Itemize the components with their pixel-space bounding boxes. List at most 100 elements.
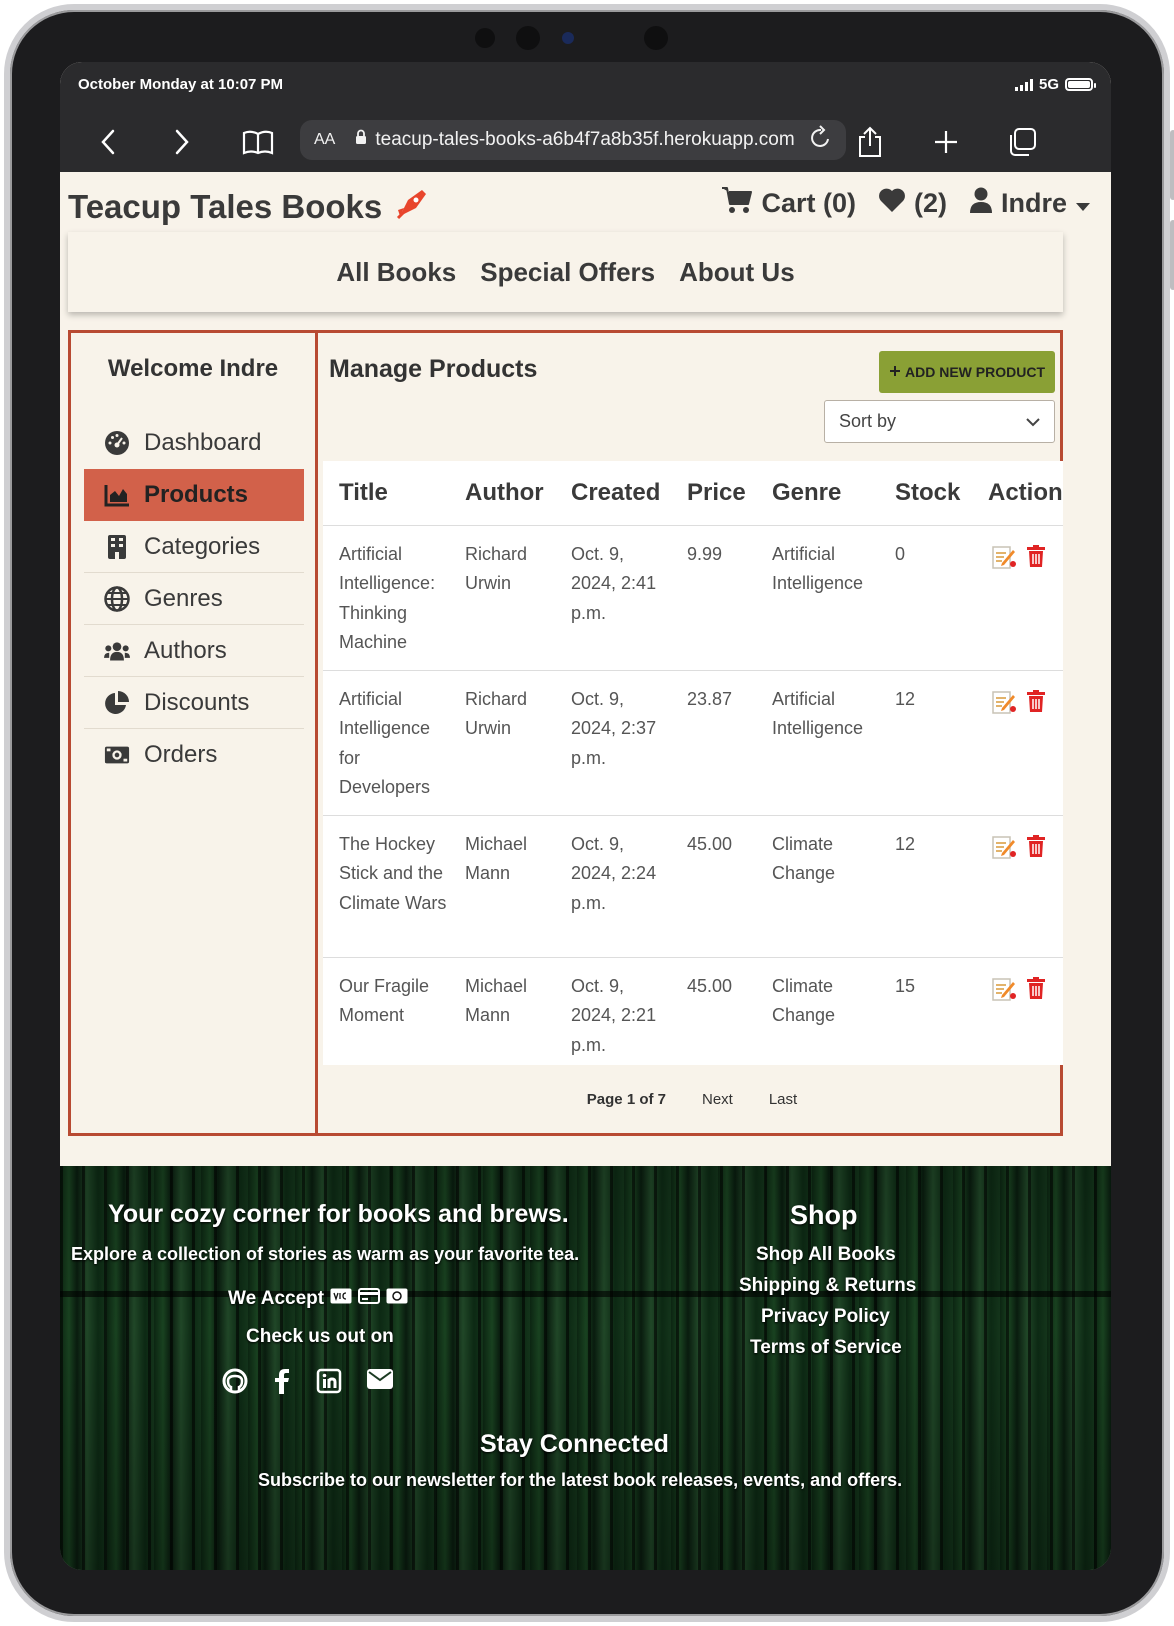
sidebar-item-categories[interactable]: Categories <box>84 521 304 573</box>
cash-icon <box>386 1288 408 1310</box>
nav-about-us[interactable]: About Us <box>679 257 795 288</box>
chevron-down-icon <box>1026 411 1040 432</box>
footer-link-privacy-policy[interactable]: Privacy Policy <box>761 1306 890 1328</box>
sidebar-item-orders[interactable]: Orders <box>84 729 304 781</box>
footer-link-shop-all-books[interactable]: Shop All Books <box>756 1244 896 1266</box>
sensor <box>516 26 540 50</box>
column-header-actions: Actions <box>972 461 1063 526</box>
wishlist-count: (2) <box>913 188 947 218</box>
cell-author: Richard Urwin <box>449 525 555 671</box>
site-footer: Your cozy corner for books and brews. Ex… <box>60 1166 1111 1570</box>
sidebar-item-authors[interactable]: Authors <box>84 625 304 677</box>
column-header-price[interactable]: Price <box>671 461 756 526</box>
cell-stock: 12 <box>879 815 972 958</box>
cell-actions <box>972 815 1063 958</box>
column-header-author[interactable]: Author <box>449 461 555 526</box>
table-row: Our Fragile Moment Michael Mann Oct. 9, … <box>323 957 1063 1065</box>
text-size-button[interactable]: AA <box>314 131 335 149</box>
add-product-label: ADD NEW PRODUCT <box>905 364 1045 380</box>
last-page-link[interactable]: Last <box>769 1091 797 1108</box>
edit-icon[interactable] <box>992 976 1016 1012</box>
cell-price: 23.87 <box>671 670 756 816</box>
linkedin-icon[interactable] <box>316 1368 342 1399</box>
cell-stock: 0 <box>879 525 972 671</box>
delete-icon[interactable] <box>1026 689 1046 725</box>
sensor <box>475 28 495 48</box>
edit-icon[interactable] <box>992 544 1016 580</box>
column-header-stock[interactable]: Stock <box>879 461 972 526</box>
sensor <box>644 26 668 50</box>
bookmarks-icon[interactable] <box>238 122 278 162</box>
user-icon <box>969 186 993 221</box>
footer-link-terms-of-service[interactable]: Terms of Service <box>750 1337 902 1359</box>
check-us-out-label: Check us out on <box>246 1326 394 1347</box>
footer-tagline: Your cozy corner for books and brews. <box>108 1200 569 1228</box>
lock-icon <box>355 129 367 151</box>
email-icon[interactable] <box>366 1368 394 1399</box>
cart-icon <box>721 186 753 221</box>
status-bar: October Monday at 10:07 PM 5G <box>60 62 1111 110</box>
address-bar[interactable]: AA teacup-tales-books-a6b4f7a8b35f.herok… <box>300 120 846 160</box>
cell-actions <box>972 525 1063 671</box>
github-icon[interactable] <box>222 1368 248 1399</box>
brand[interactable]: Teacup Tales Books <box>68 186 430 228</box>
cart-label: Cart (0) <box>761 188 856 218</box>
nav-all-books[interactable]: All Books <box>336 257 456 288</box>
sort-select[interactable]: Sort by <box>824 400 1055 443</box>
payment-methods: We Accept <box>228 1288 408 1310</box>
caret-down-icon <box>1075 188 1091 219</box>
back-icon[interactable] <box>88 122 128 162</box>
cell-actions <box>972 957 1063 1065</box>
next-page-link[interactable]: Next <box>702 1091 733 1108</box>
column-header-created[interactable]: Created <box>555 461 671 526</box>
footer-link-shipping-returns[interactable]: Shipping & Returns <box>739 1275 916 1297</box>
status-indicators: 5G <box>1014 76 1096 93</box>
delete-icon[interactable] <box>1026 976 1046 1012</box>
cell-price: 9.99 <box>671 525 756 671</box>
bookmark-ribbon-icon <box>394 186 430 228</box>
delete-icon[interactable] <box>1026 834 1046 870</box>
reload-icon[interactable] <box>810 125 832 155</box>
cell-price: 45.00 <box>671 815 756 958</box>
cell-actions <box>972 670 1063 816</box>
footer-subtagline: Explore a collection of stories as warm … <box>71 1244 580 1264</box>
column-header-genre[interactable]: Genre <box>756 461 879 526</box>
cell-genre: Climate Change <box>756 815 879 958</box>
sidebar-item-genres[interactable]: Genres <box>84 573 304 625</box>
add-product-button[interactable]: ADD NEW PRODUCT <box>879 351 1055 393</box>
wishlist-link[interactable]: (2) <box>878 187 947 220</box>
status-time: October Monday at 10:07 PM <box>78 76 284 93</box>
share-icon[interactable] <box>850 122 890 162</box>
cell-stock: 15 <box>879 957 972 1065</box>
sidebar-item-dashboard[interactable]: Dashboard <box>84 417 304 469</box>
cell-title: The Hockey Stick and the Climate Wars <box>323 815 449 958</box>
facebook-icon[interactable] <box>272 1368 292 1399</box>
main-nav: All Books Special Offers About Us <box>68 232 1063 312</box>
cart-link[interactable]: Cart (0) <box>721 186 856 221</box>
edit-icon[interactable] <box>992 834 1016 870</box>
credit-card-icon <box>358 1288 381 1310</box>
sidebar-item-label: Authors <box>144 636 227 664</box>
users-icon <box>104 638 130 664</box>
tabs-icon[interactable] <box>1002 122 1042 162</box>
new-tab-icon[interactable] <box>926 122 966 162</box>
volume-button <box>1170 220 1174 290</box>
pagination: Page 1 of 7 Next Last <box>321 1091 1063 1108</box>
table-header-row: Title Author Created Price Genre Stock A… <box>323 461 1063 526</box>
cell-created: Oct. 9, 2024, 2:37 p.m. <box>555 670 671 816</box>
stay-connected-heading: Stay Connected <box>480 1430 669 1458</box>
delete-icon[interactable] <box>1026 544 1046 580</box>
forward-icon[interactable] <box>162 122 202 162</box>
nav-special-offers[interactable]: Special Offers <box>480 257 655 288</box>
edit-icon[interactable] <box>992 689 1016 725</box>
dashboard-panel: Welcome Indre Dashboard Products Categor… <box>68 330 1063 1136</box>
url-text: teacup-tales-books-a6b4f7a8b35f.herokuap… <box>375 129 795 150</box>
user-menu[interactable]: Indre <box>969 186 1091 221</box>
sidebar-item-products[interactable]: Products <box>84 469 304 521</box>
column-header-title[interactable]: Title <box>323 461 449 526</box>
sidebar-item-discounts[interactable]: Discounts <box>84 677 304 729</box>
products-table-wrap: Title Author Created Price Genre Stock A… <box>323 461 1063 1065</box>
sidebar-item-label: Dashboard <box>144 429 262 456</box>
cell-title: Our Fragile Moment <box>323 957 449 1065</box>
chart-area-icon <box>104 482 130 508</box>
